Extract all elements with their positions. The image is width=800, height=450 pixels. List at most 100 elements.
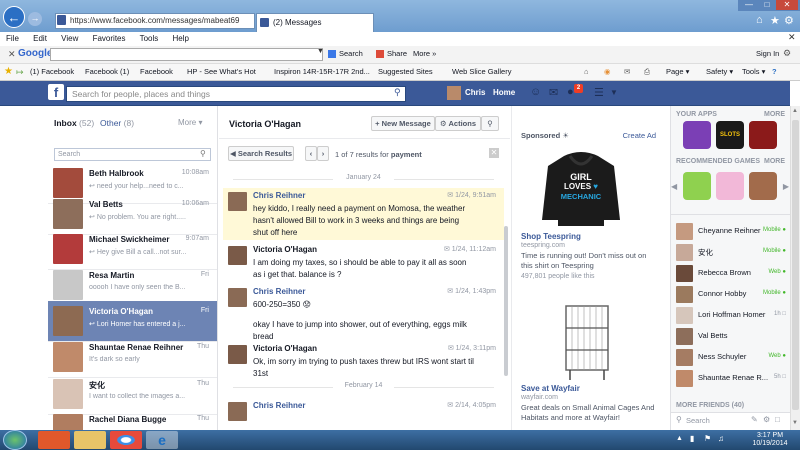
home-cmd-icon[interactable]: ⌂ — [584, 64, 589, 80]
file-explorer-icon[interactable] — [74, 431, 106, 449]
tray-volume-icon[interactable]: ♫ — [718, 434, 724, 443]
start-button[interactable] — [3, 430, 27, 450]
menu-help[interactable]: Help — [173, 34, 189, 43]
page-scrollbar[interactable]: ▲ ▼ — [790, 106, 800, 430]
print-icon[interactable]: ⎙ — [644, 64, 650, 80]
tray-flag-icon[interactable]: ⚑ — [704, 434, 711, 443]
favorite-link[interactable]: Suggested Sites — [378, 64, 433, 80]
previous-result-button[interactable]: ‹ — [305, 146, 317, 161]
favorite-link[interactable]: Web Slice Gallery — [452, 64, 511, 80]
conversation-search-button[interactable]: ⚲ — [481, 116, 499, 131]
game-icon[interactable] — [716, 172, 744, 200]
system-clock[interactable]: 3:17 PM 10/19/2014 — [748, 432, 792, 448]
home-link[interactable]: Home — [493, 88, 515, 97]
favorite-link[interactable]: Facebook — [140, 64, 173, 80]
more-friends-link[interactable]: MORE FRIENDS (40) — [676, 402, 744, 409]
google-toolbar-settings-icon[interactable]: ⚙ — [783, 48, 791, 59]
chat-friend[interactable]: Connor Hobby Mobile ● — [671, 284, 790, 305]
inbox-more-menu[interactable]: More ▾ — [178, 118, 202, 127]
notifications-globe-icon[interactable]: ● — [567, 86, 574, 98]
add-favorite-icon[interactable]: ↦ — [16, 64, 24, 80]
thread-item[interactable]: Rachel Diana Bugge Thu — [48, 409, 217, 430]
apps-more-link[interactable]: MORE — [764, 111, 785, 118]
profile-name-link[interactable]: Chris — [465, 88, 485, 97]
help-icon[interactable]: ? — [772, 64, 777, 80]
chat-friend[interactable]: Cheyanne Reihner Mobile ● — [671, 221, 790, 242]
close-search-icon[interactable]: ✕ — [489, 148, 499, 158]
wayfair-ad-image[interactable] — [564, 302, 610, 382]
slots-app-icon[interactable]: SLOTS — [716, 121, 744, 149]
scroll-up-arrow-icon[interactable]: ▲ — [792, 108, 798, 114]
forward-button[interactable]: → — [28, 12, 42, 26]
chat-friend[interactable]: 安化 Mobile ● — [671, 242, 790, 263]
page-menu[interactable]: Page ▾ — [666, 64, 689, 80]
thread-item-selected[interactable]: Victoria O'Hagan Fri ↩ Lori Homer has en… — [48, 301, 217, 342]
chat-friend[interactable]: Rebecca Brown Web ● — [671, 263, 790, 284]
chat-friend[interactable]: Ness Schuyler Web ● — [671, 347, 790, 368]
toolbar-more-button[interactable]: More » — [413, 49, 436, 58]
favorite-link[interactable]: HP - See What's Hot — [187, 64, 256, 80]
search-results-back-button[interactable]: ◀ Search Results — [228, 146, 294, 161]
message-avatar[interactable] — [228, 246, 247, 265]
thread-item[interactable]: Resa Martin Fri ooooh I have only seen t… — [48, 265, 217, 306]
tray-network-icon[interactable]: ▮ — [690, 434, 694, 443]
settings-gear-icon[interactable]: ⚙ — [784, 14, 794, 27]
hide-sidebar-icon[interactable]: □ — [775, 415, 780, 424]
search-icon[interactable]: ⚲ — [394, 87, 401, 98]
back-button[interactable]: ← — [3, 6, 25, 28]
google-search-input[interactable] — [50, 48, 323, 61]
account-settings-icon[interactable]: ▼ — [610, 88, 618, 97]
menu-file[interactable]: File — [6, 34, 19, 43]
facebook-search-input[interactable]: Search for people, places and things — [66, 86, 406, 102]
media-player-icon[interactable] — [38, 431, 70, 449]
message-avatar[interactable] — [228, 345, 247, 364]
share-button[interactable]: Share — [387, 49, 407, 58]
menu-tools[interactable]: Tools — [140, 34, 159, 43]
maximize-button[interactable]: □ — [758, 0, 776, 10]
read-mail-icon[interactable]: ✉ — [624, 64, 630, 80]
chat-settings-icon[interactable]: ⚙ — [763, 415, 770, 424]
favorites-star-icon[interactable]: ★ — [4, 64, 13, 80]
message-avatar[interactable] — [228, 402, 247, 421]
favorite-link[interactable]: (1) Facebook — [30, 64, 74, 80]
new-message-button[interactable]: + New Message — [371, 116, 435, 131]
chat-friend[interactable]: Lori Hoffman Homer 1h □ — [671, 305, 790, 326]
favorites-star-icon[interactable]: ★ — [770, 14, 780, 27]
app-icon[interactable] — [683, 121, 711, 149]
inbox-search-input[interactable]: Search — [54, 148, 211, 161]
google-sign-in-button[interactable]: Sign In — [756, 49, 779, 58]
teespring-ad-image[interactable]: GIRL LOVES ♥ MECHANIC — [540, 150, 622, 226]
message-avatar[interactable] — [228, 192, 247, 211]
tab-messages[interactable]: (2) Messages — [256, 13, 374, 32]
menu-edit[interactable]: Edit — [33, 34, 47, 43]
scroll-down-arrow-icon[interactable]: ▼ — [792, 420, 798, 426]
home-icon[interactable]: ⌂ — [756, 14, 763, 26]
toolbar-close-icon[interactable]: ✕ — [8, 49, 16, 60]
inbox-tab[interactable]: Inbox (52) — [54, 118, 94, 128]
close-window-button[interactable]: ✕ — [776, 0, 798, 10]
other-tab[interactable]: Other (8) — [100, 118, 134, 128]
favorite-link[interactable]: Facebook (1) — [85, 64, 129, 80]
chrome-icon[interactable] — [110, 431, 142, 449]
ad-title-link[interactable]: Save at Wayfair — [521, 384, 580, 393]
safety-menu[interactable]: Safety ▾ — [706, 64, 733, 80]
menu-favorites[interactable]: Favorites — [93, 34, 126, 43]
menu-view[interactable]: View — [61, 34, 78, 43]
games-prev-arrow-icon[interactable]: ◀ — [671, 182, 677, 191]
chat-friend[interactable]: Val Betts — [671, 326, 790, 347]
new-group-icon[interactable]: ✎ — [751, 415, 758, 424]
profile-avatar[interactable] — [447, 86, 461, 100]
create-ad-link[interactable]: Create Ad — [623, 131, 656, 140]
chat-search-input[interactable]: Search — [686, 416, 710, 425]
next-result-button[interactable]: › — [317, 146, 329, 161]
search-dropdown-icon[interactable]: ▼ — [317, 48, 324, 55]
friend-requests-icon[interactable]: ☺ — [530, 86, 541, 98]
game-icon[interactable] — [683, 172, 711, 200]
scrollbar-thumb[interactable] — [792, 120, 799, 410]
feeds-icon[interactable]: ◉ — [604, 64, 611, 80]
app-icon[interactable] — [749, 121, 777, 149]
favorite-link[interactable]: Inspiron 14R-15R-17R 2nd... — [274, 64, 370, 80]
actions-button[interactable]: ⚙ Actions — [435, 116, 481, 131]
tools-menu[interactable]: Tools ▾ — [742, 64, 765, 80]
tray-arrow-icon[interactable]: ▲ — [676, 435, 683, 442]
